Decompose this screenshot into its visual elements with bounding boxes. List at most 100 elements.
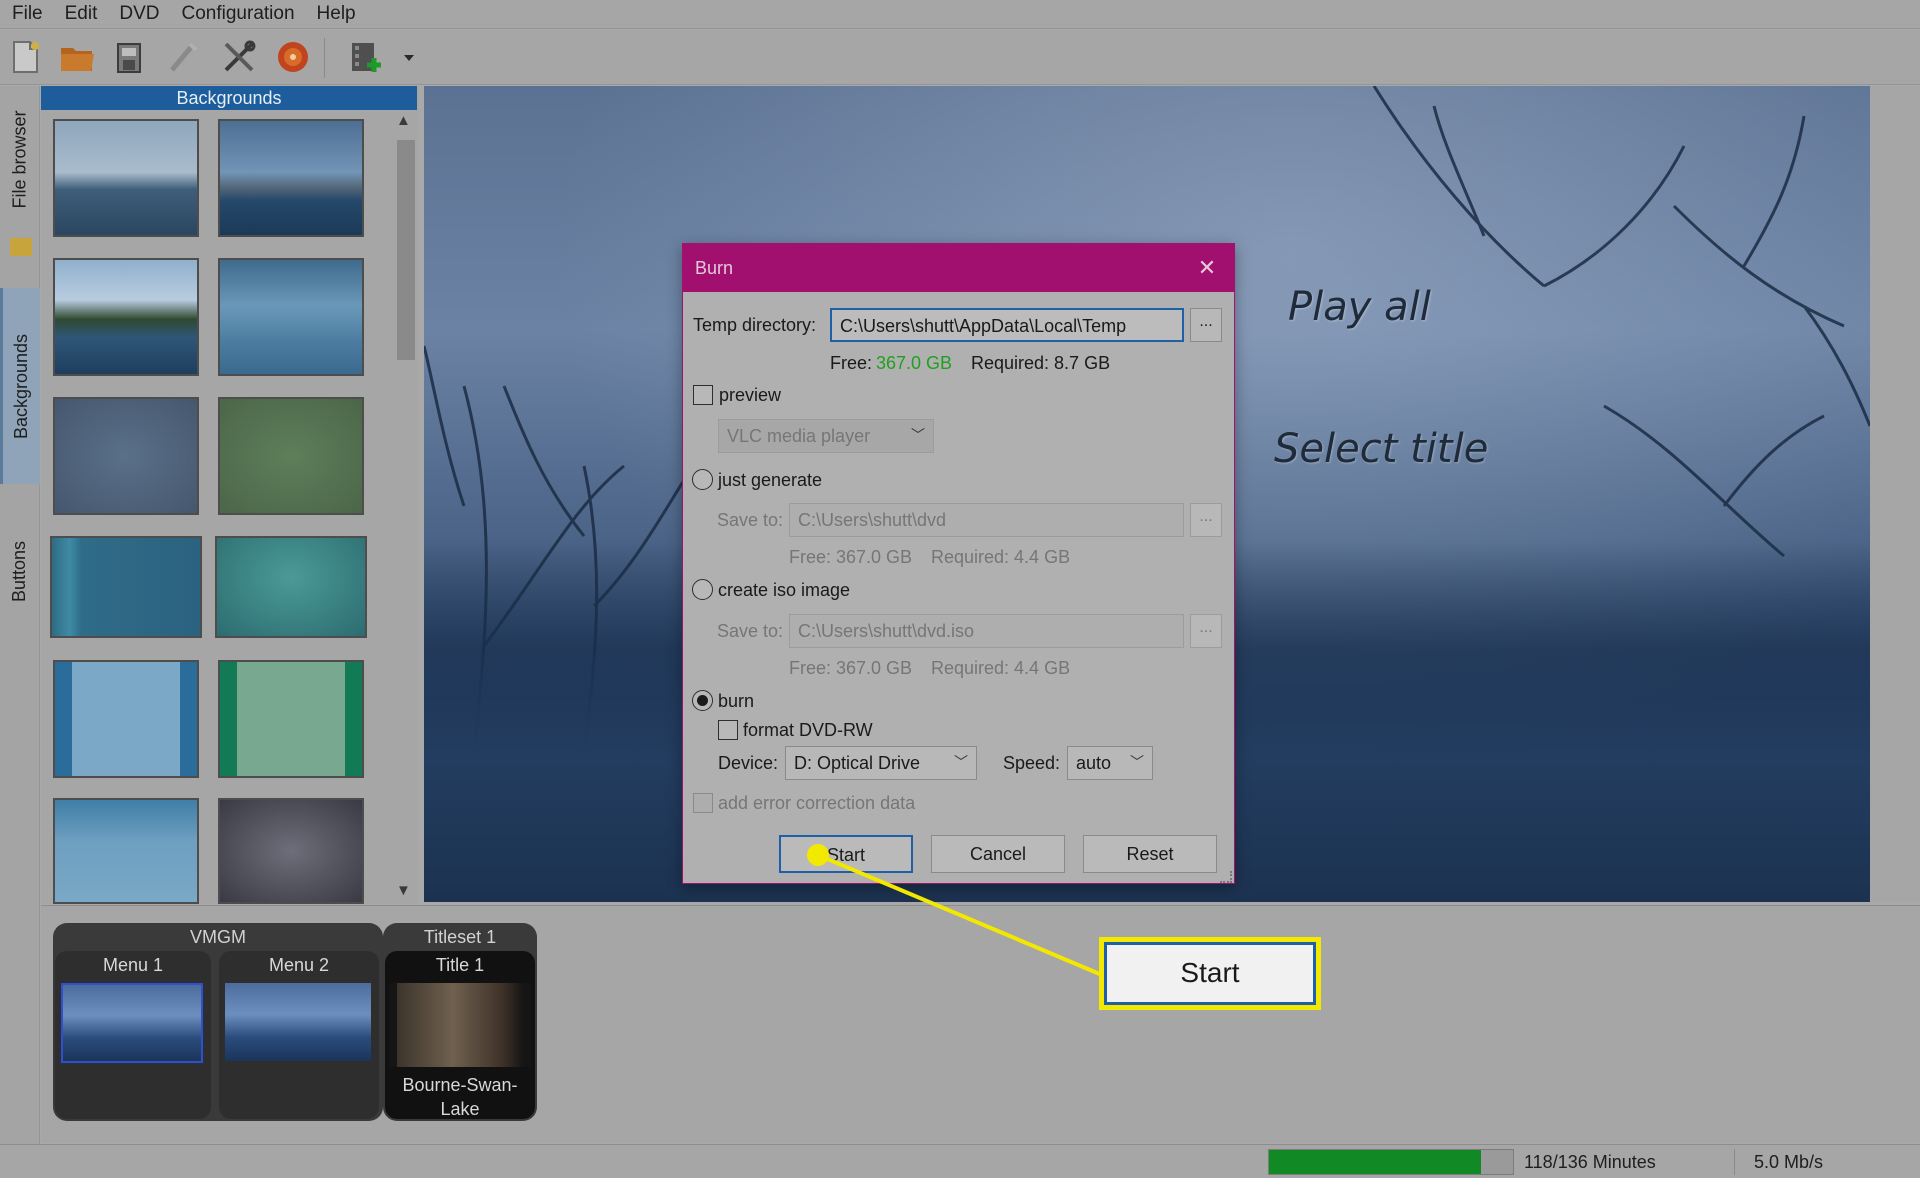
menu-help[interactable]: Help: [305, 3, 366, 25]
menu-configuration[interactable]: Configuration: [170, 3, 305, 25]
generate-save-to-label: Save to:: [717, 510, 784, 530]
select-title-button-text[interactable]: Select title: [1274, 426, 1488, 472]
menu-2-thumbnail: [225, 983, 371, 1061]
menu-1-thumbnail: [61, 983, 203, 1063]
burn-radio-label: burn: [718, 691, 755, 711]
background-thumbnail[interactable]: [215, 536, 367, 638]
create-iso-radio[interactable]: [692, 579, 713, 600]
title-1-item[interactable]: Title 1 Bourne-Swan- Lake: [385, 951, 535, 1119]
error-correction-checkbox[interactable]: [693, 793, 713, 813]
preview-margin: [1870, 86, 1920, 902]
tab-file-browser[interactable]: File browser: [0, 94, 40, 224]
vmgm-group: VMGM Menu 1 Menu 2: [53, 923, 383, 1121]
background-thumbnail[interactable]: [53, 397, 199, 515]
scroll-up-icon[interactable]: ▲: [396, 112, 411, 129]
backgrounds-scrollbar[interactable]: ▲ ▼: [392, 112, 418, 904]
just-generate-label: just generate: [718, 470, 823, 490]
dvd-structure-panel: VMGM Menu 1 Menu 2 Titleset 1 Title 1 Bo…: [41, 905, 1920, 1143]
background-thumbnail[interactable]: [53, 660, 199, 778]
titleset-group: Titleset 1 Title 1 Bourne-Swan- Lake: [383, 923, 537, 1121]
format-dvd-rw-label: format DVD-RW: [743, 720, 873, 740]
device-select[interactable]: D: Optical Drive ﹀: [785, 746, 977, 780]
background-thumbnail[interactable]: [218, 798, 364, 904]
menu-1-item[interactable]: Menu 1: [55, 951, 211, 1119]
new-project-icon[interactable]: [6, 38, 44, 76]
save-icon[interactable]: [110, 38, 148, 76]
scroll-down-icon[interactable]: ▼: [396, 882, 411, 899]
side-tab-strip: File browser Backgrounds Buttons: [0, 86, 40, 1144]
tab-backgrounds[interactable]: Backgrounds: [0, 288, 40, 484]
iso-browse-button[interactable]: ...: [1190, 614, 1222, 648]
background-thumbnail[interactable]: [50, 536, 202, 638]
resize-grip-icon[interactable]: [1220, 871, 1232, 883]
menu-file[interactable]: File: [0, 3, 53, 25]
burn-disc-icon[interactable]: [274, 38, 312, 76]
background-thumbnail[interactable]: [218, 119, 364, 237]
settings-tools-icon[interactable]: [220, 38, 258, 76]
background-thumbnail[interactable]: [218, 258, 364, 376]
close-icon[interactable]: ✕: [1193, 254, 1221, 282]
dropdown-arrow-icon[interactable]: [398, 38, 420, 76]
menu-2-item[interactable]: Menu 2: [219, 951, 379, 1119]
scrollbar-thumb[interactable]: [397, 140, 415, 360]
background-thumbnail[interactable]: [53, 258, 199, 376]
temp-free-label: Free:: [830, 353, 873, 373]
tab-file-browser-label: File browser: [9, 109, 30, 209]
temp-directory-label: Temp directory:: [693, 315, 817, 335]
title-1-thumbnail: [389, 983, 531, 1067]
generate-required-text: Required: 4.4 GB: [931, 547, 1071, 567]
preview-player-select[interactable]: VLC media player ﹀: [718, 419, 934, 453]
error-correction-label: add error correction data: [718, 793, 916, 813]
speed-select-value: auto: [1076, 753, 1112, 773]
burn-dialog-titlebar: Burn ✕: [683, 244, 1234, 292]
cancel-button[interactable]: Cancel: [931, 835, 1065, 873]
menu-bar: File Edit DVD Configuration Help: [0, 0, 1920, 29]
disc-usage-progress-fill: [1269, 1150, 1481, 1174]
chevron-down-icon: ﹀: [911, 427, 925, 443]
background-thumbnail[interactable]: [218, 397, 364, 515]
menu-1-label: Menu 1: [102, 955, 164, 975]
backgrounds-panel-title: Backgrounds: [41, 86, 417, 110]
play-all-button-text[interactable]: Play all: [1288, 284, 1431, 330]
toolbar: [0, 30, 1920, 85]
menu-edit[interactable]: Edit: [53, 3, 108, 25]
minutes-status: 118/136 Minutes: [1524, 1152, 1656, 1172]
start-button-callout: Start: [1099, 937, 1321, 1010]
burn-dialog-title: Burn: [695, 258, 734, 278]
temp-free-value: 367.0 GB: [876, 353, 953, 373]
status-bar: 118/136 Minutes 5.0 Mb/s: [0, 1144, 1920, 1178]
backgrounds-panel: Backgrounds ▲ ▼: [41, 86, 419, 904]
background-thumbnail[interactable]: [53, 119, 199, 237]
wand-icon[interactable]: [164, 38, 202, 76]
tab-buttons-label: Buttons: [9, 540, 30, 602]
generate-save-to-input[interactable]: C:\Users\shutt\dvd: [789, 503, 1184, 537]
menu-2-label: Menu 2: [268, 955, 330, 975]
iso-save-to-input[interactable]: C:\Users\shutt\dvd.iso: [789, 614, 1184, 648]
generate-free-text: Free: 367.0 GB: [789, 547, 913, 567]
burn-radio[interactable]: [692, 690, 713, 711]
reset-button[interactable]: Reset: [1083, 835, 1217, 873]
background-thumbnail[interactable]: [53, 798, 199, 904]
iso-free-text: Free: 367.0 GB: [789, 658, 913, 678]
create-iso-label: create iso image: [718, 580, 851, 600]
bitrate-status: 5.0 Mb/s: [1754, 1152, 1824, 1172]
start-button[interactable]: Start: [779, 835, 913, 873]
just-generate-radio[interactable]: [692, 469, 713, 490]
preview-checkbox[interactable]: [693, 385, 713, 405]
title-1-caption: Bourne-Swan- Lake: [402, 1075, 518, 1119]
tab-backgrounds-label: Backgrounds: [11, 333, 32, 439]
format-dvd-rw-checkbox[interactable]: [718, 720, 738, 740]
chevron-down-icon: ﹀: [954, 754, 968, 770]
background-thumbnail[interactable]: [218, 660, 364, 778]
iso-save-to-label: Save to:: [717, 621, 784, 641]
folder-icon: [10, 238, 32, 256]
menu-dvd[interactable]: DVD: [107, 3, 169, 25]
add-file-icon[interactable]: [346, 38, 384, 76]
generate-browse-button[interactable]: ...: [1190, 503, 1222, 537]
temp-directory-input[interactable]: C:\Users\shutt\AppData\Local\Temp: [830, 308, 1184, 342]
speed-select[interactable]: auto ﹀: [1067, 746, 1153, 780]
temp-directory-browse-button[interactable]: ...: [1190, 308, 1222, 342]
tab-buttons[interactable]: Buttons: [0, 504, 40, 638]
chevron-down-icon: ﹀: [1130, 754, 1144, 770]
open-folder-icon[interactable]: [58, 38, 96, 76]
